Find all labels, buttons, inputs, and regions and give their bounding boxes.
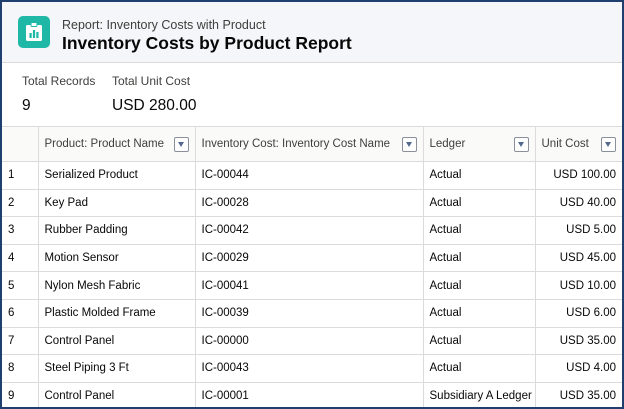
product-name-link[interactable]: Serialized Product xyxy=(38,161,196,190)
report-summary: Total Records 9 Total Unit Cost USD 280.… xyxy=(2,63,622,126)
ledger-link[interactable]: Actual xyxy=(423,161,536,190)
page-title: Inventory Costs by Product Report xyxy=(62,33,352,53)
total-unit-cost-value: USD 280.00 xyxy=(112,97,197,114)
row-number: 9 xyxy=(2,382,39,407)
product-name-link[interactable]: Key Pad xyxy=(38,189,196,218)
table-row: 8 Steel Piping 3 Ft IC-00043 Actual USD … xyxy=(2,354,622,383)
unit-cost-cell: USD 5.00 xyxy=(535,216,622,245)
inventory-cost-name-link[interactable]: IC-00000 xyxy=(195,327,424,356)
ledger-link[interactable]: Actual xyxy=(423,244,536,273)
unit-cost-cell: USD 45.00 xyxy=(535,244,622,273)
total-records-label: Total Records xyxy=(22,74,96,88)
inventory-cost-name-link[interactable]: IC-00044 xyxy=(195,161,424,190)
column-header-label: Inventory Cost: Inventory Cost Name xyxy=(201,138,391,150)
row-number: 7 xyxy=(2,327,39,356)
ledger-link[interactable]: Actual xyxy=(423,299,536,328)
report-header: Report: Inventory Costs with Product Inv… xyxy=(2,2,622,63)
row-number: 6 xyxy=(2,299,39,328)
inventory-cost-name-link[interactable]: IC-00001 xyxy=(195,382,424,407)
column-header-unit-cost[interactable]: Unit Cost xyxy=(535,126,622,162)
unit-cost-cell: USD 35.00 xyxy=(535,327,622,356)
row-number: 4 xyxy=(2,244,39,273)
table-header-row: Product: Product Name Inventory Cost: In… xyxy=(2,126,622,162)
product-name-link[interactable]: Rubber Padding xyxy=(38,216,196,245)
row-number-header xyxy=(2,126,39,162)
column-header-inventory-cost-name[interactable]: Inventory Cost: Inventory Cost Name xyxy=(195,126,424,162)
table-row: 2 Key Pad IC-00028 Actual USD 40.00 xyxy=(2,189,622,218)
product-name-link[interactable]: Nylon Mesh Fabric xyxy=(38,271,196,300)
table-row: 3 Rubber Padding IC-00042 Actual USD 5.0… xyxy=(2,216,622,245)
product-name-link[interactable]: Steel Piping 3 Ft xyxy=(38,354,196,383)
table-row: 9 Control Panel IC-00001 Subsidiary A Le… xyxy=(2,382,622,407)
row-number: 3 xyxy=(2,216,39,245)
ledger-link[interactable]: Actual xyxy=(423,216,536,245)
row-number: 1 xyxy=(2,161,39,190)
product-name-link[interactable]: Control Panel xyxy=(38,382,196,407)
product-name-link[interactable]: Control Panel xyxy=(38,327,196,356)
table-row: 4 Motion Sensor IC-00029 Actual USD 45.0… xyxy=(2,244,622,273)
table-row: 7 Control Panel IC-00000 Actual USD 35.0… xyxy=(2,327,622,356)
table-row: 5 Nylon Mesh Fabric IC-00041 Actual USD … xyxy=(2,271,622,300)
unit-cost-cell: USD 4.00 xyxy=(535,354,622,383)
product-name-link[interactable]: Plastic Molded Frame xyxy=(38,299,196,328)
inventory-cost-name-link[interactable]: IC-00028 xyxy=(195,189,424,218)
column-header-label: Product: Product Name xyxy=(44,138,165,150)
ledger-link[interactable]: Subsidiary A Ledger xyxy=(423,382,536,407)
inventory-cost-name-link[interactable]: IC-00042 xyxy=(195,216,424,245)
row-number: 2 xyxy=(2,189,39,218)
unit-cost-cell: USD 100.00 xyxy=(535,161,622,190)
column-header-product-name[interactable]: Product: Product Name xyxy=(38,126,196,162)
inventory-cost-name-link[interactable]: IC-00039 xyxy=(195,299,424,328)
ledger-link[interactable]: Actual xyxy=(423,271,536,300)
row-number: 8 xyxy=(2,354,39,383)
total-unit-cost-label: Total Unit Cost xyxy=(112,74,191,88)
column-menu-dropdown-icon[interactable] xyxy=(401,136,417,152)
column-menu-dropdown-icon[interactable] xyxy=(513,136,529,152)
report-window: Report: Inventory Costs with Product Inv… xyxy=(0,0,624,409)
table-row: 6 Plastic Molded Frame IC-00039 Actual U… xyxy=(2,299,622,328)
unit-cost-cell: USD 35.00 xyxy=(535,382,622,407)
report-type-label: Report: Inventory Costs with Product xyxy=(62,18,266,32)
total-unit-cost-summary: Total Unit Cost USD 280.00 xyxy=(112,74,196,115)
ledger-link[interactable]: Actual xyxy=(423,354,536,383)
column-menu-dropdown-icon[interactable] xyxy=(173,136,189,152)
unit-cost-cell: USD 10.00 xyxy=(535,271,622,300)
table-row: 1 Serialized Product IC-00044 Actual USD… xyxy=(2,161,622,190)
column-menu-dropdown-icon[interactable] xyxy=(601,136,616,152)
row-number: 5 xyxy=(2,271,39,300)
report-table: Product: Product Name Inventory Cost: In… xyxy=(2,126,622,407)
product-name-link[interactable]: Motion Sensor xyxy=(38,244,196,273)
inventory-cost-name-link[interactable]: IC-00041 xyxy=(195,271,424,300)
total-records-summary: Total Records 9 xyxy=(22,74,95,115)
unit-cost-cell: USD 40.00 xyxy=(535,189,622,218)
inventory-cost-name-link[interactable]: IC-00043 xyxy=(195,354,424,383)
inventory-cost-name-link[interactable]: IC-00029 xyxy=(195,244,424,273)
ledger-link[interactable]: Actual xyxy=(423,189,536,218)
column-header-label: Ledger xyxy=(429,138,466,150)
column-header-label: Unit Cost xyxy=(541,138,589,150)
column-header-ledger[interactable]: Ledger xyxy=(423,126,536,162)
report-icon xyxy=(18,16,50,48)
ledger-link[interactable]: Actual xyxy=(423,327,536,356)
total-records-value: 9 xyxy=(22,97,31,114)
unit-cost-cell: USD 6.00 xyxy=(535,299,622,328)
